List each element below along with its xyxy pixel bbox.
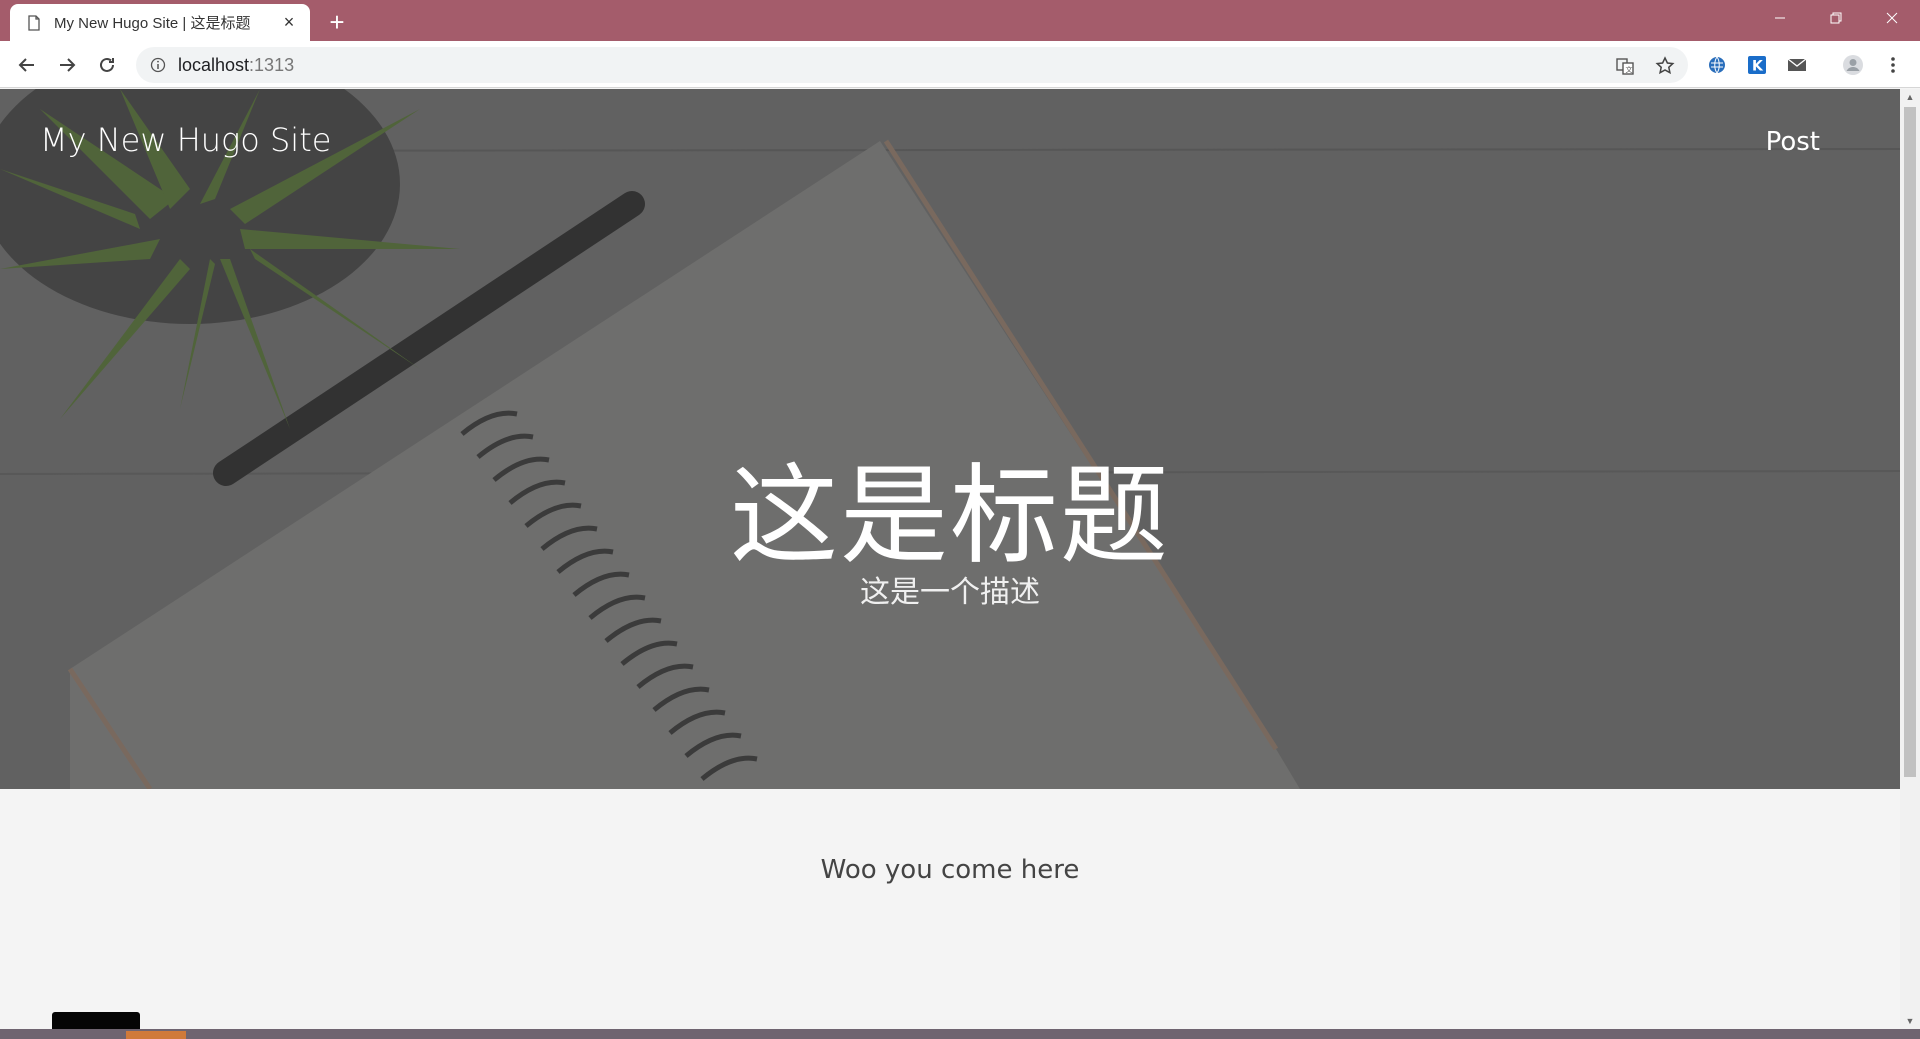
forward-icon[interactable] <box>52 50 82 80</box>
page-viewport: My New Hugo Site Post 这是标题 这是一个描述 Woo yo… <box>0 89 1900 1029</box>
os-taskbar <box>0 1029 1920 1039</box>
scroll-up-arrow-icon[interactable]: ▲ <box>1905 92 1915 102</box>
vertical-scrollbar[interactable]: ▲ ▼ <box>1900 89 1920 1029</box>
browser-tabstrip: My New Hugo Site | 这是标题 × + <box>0 0 1920 41</box>
hero-description: 这是一个描述 <box>860 575 1040 610</box>
nav-link-post[interactable]: Post <box>1766 127 1820 157</box>
url-text: localhost:1313 <box>178 55 294 76</box>
tab-title: My New Hugo Site | 这是标题 <box>54 15 251 32</box>
back-icon[interactable] <box>12 50 42 80</box>
address-bar[interactable]: localhost:1313 文 <box>136 47 1688 83</box>
bookmark-star-icon[interactable] <box>1654 55 1676 77</box>
minimize-icon[interactable] <box>1752 0 1808 36</box>
page-icon <box>26 14 42 31</box>
url-host: localhost <box>178 55 250 75</box>
window-controls <box>1752 0 1920 36</box>
translate-icon[interactable]: 文 <box>1614 55 1636 77</box>
scroll-thumb[interactable] <box>1904 107 1916 777</box>
taskbar-active-app[interactable] <box>126 1031 186 1039</box>
content-text: Woo you come here <box>820 855 1080 885</box>
restore-icon[interactable] <box>1808 0 1864 36</box>
site-title-link[interactable]: My New Hugo Site <box>40 121 331 159</box>
menu-kebab-icon[interactable] <box>1882 54 1904 76</box>
hero-title: 这是标题 <box>729 454 1170 579</box>
svg-text:文: 文 <box>1626 65 1633 74</box>
tab-close-icon[interactable]: × <box>278 12 300 34</box>
mail-icon[interactable] <box>1786 54 1808 76</box>
browser-tab[interactable]: My New Hugo Site | 这是标题 × <box>10 4 310 41</box>
browser-toolbar: localhost:1313 文 K <box>0 41 1920 88</box>
svg-text:K: K <box>1752 59 1764 75</box>
extension-globe-icon[interactable] <box>1706 54 1728 76</box>
url-port: :1313 <box>249 55 295 75</box>
profile-avatar-icon[interactable] <box>1842 54 1864 76</box>
scroll-down-arrow-icon[interactable]: ▼ <box>1905 1016 1915 1026</box>
hero-section: My New Hugo Site Post 这是标题 这是一个描述 <box>0 89 1900 789</box>
reload-icon[interactable] <box>92 50 122 80</box>
info-icon[interactable] <box>150 57 166 73</box>
new-tab-button[interactable]: + <box>323 7 351 37</box>
extension-k-icon[interactable]: K <box>1746 54 1768 76</box>
close-window-icon[interactable] <box>1864 0 1920 36</box>
